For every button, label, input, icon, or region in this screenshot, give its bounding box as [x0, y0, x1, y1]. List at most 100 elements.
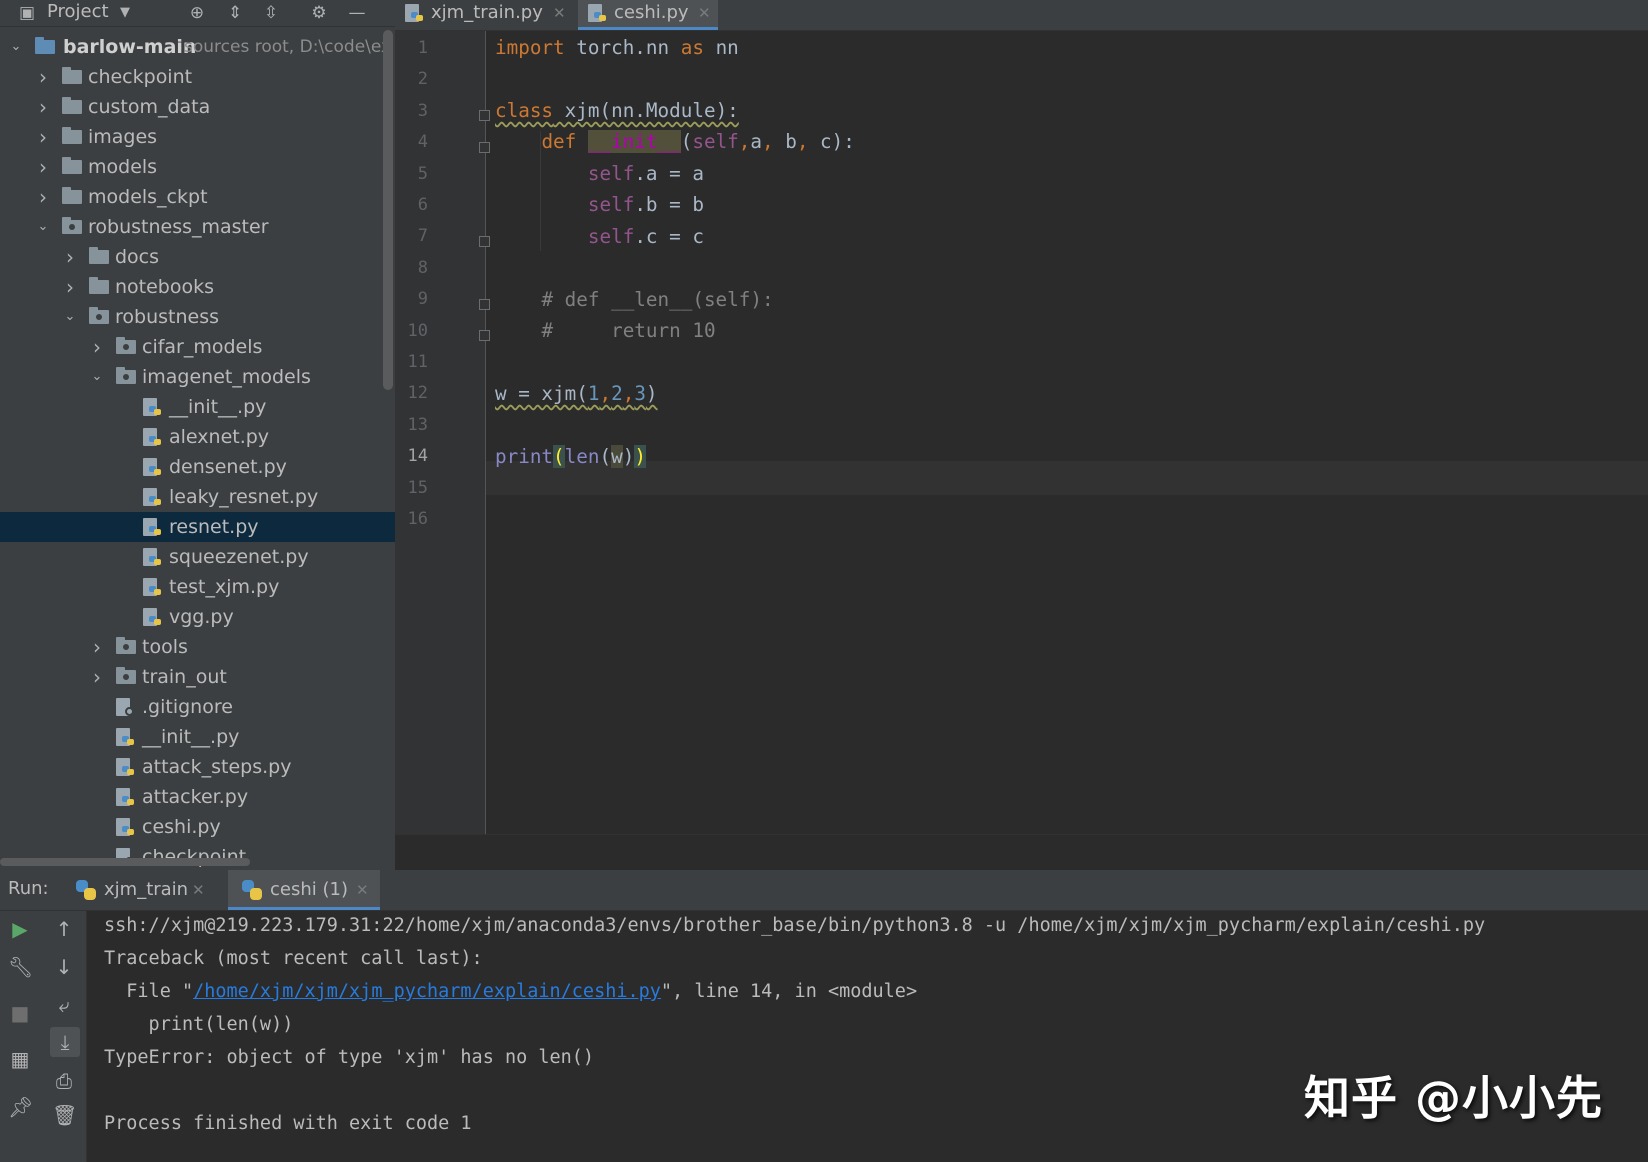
- tree-item[interactable]: › cifar_models: [0, 332, 395, 362]
- code-line-14: print(len(w)): [495, 445, 646, 468]
- chevron-right-icon[interactable]: ›: [90, 632, 104, 662]
- tree-item[interactable]: vgg.py: [0, 602, 395, 632]
- chevron-down-icon[interactable]: ▼: [116, 4, 134, 22]
- stop-icon[interactable]: ■: [8, 1001, 32, 1025]
- trash-icon[interactable]: 🗑︎: [52, 1103, 77, 1127]
- tree-item[interactable]: ⌄ robustness: [0, 302, 395, 332]
- tree-item[interactable]: ⌄ robustness_master: [0, 212, 395, 242]
- console-command: ssh://xjm@219.223.179.31:22/home/xjm/ana…: [104, 915, 1486, 936]
- pin-icon[interactable]: 📌︎: [8, 1095, 33, 1119]
- project-horizontal-scrollbar[interactable]: [0, 858, 250, 866]
- run-tab-ceshi[interactable]: ceshi (1) ✕: [228, 870, 380, 910]
- locate-icon[interactable]: ⊕: [188, 4, 206, 22]
- run-label: Run:: [8, 878, 49, 899]
- console-file-link[interactable]: /home/xjm/xjm/xjm_pycharm/explain/ceshi.…: [193, 981, 661, 1002]
- close-icon[interactable]: ✕: [553, 0, 566, 26]
- chevron-right-icon[interactable]: ›: [36, 92, 50, 122]
- code-line-3: class xjm(nn.Module):: [495, 99, 739, 122]
- line-number: 3: [417, 100, 428, 121]
- tree-item[interactable]: attack_steps.py: [0, 752, 395, 782]
- fold-marker-icon[interactable]: [479, 110, 490, 121]
- tree-item-label: leaky_resnet.py: [169, 486, 319, 508]
- fold-marker-icon[interactable]: [479, 299, 490, 310]
- tab-xjm-train[interactable]: xjm_train.py ✕: [395, 0, 570, 30]
- soft-wrap-icon[interactable]: ⤶: [52, 993, 76, 1017]
- layout-icon[interactable]: ▦: [8, 1047, 32, 1071]
- fold-marker-icon[interactable]: [479, 142, 490, 153]
- chevron-right-icon[interactable]: ›: [36, 182, 50, 212]
- collapse-all-icon[interactable]: ⇳: [262, 4, 280, 22]
- tree-item[interactable]: .gitignore: [0, 692, 395, 722]
- wrench-icon[interactable]: 🔧︎: [8, 955, 33, 979]
- python-file-icon: [116, 818, 134, 837]
- tree-item[interactable]: › docs: [0, 242, 395, 272]
- close-icon[interactable]: ✕: [356, 870, 369, 910]
- tree-item[interactable]: › checkpoint: [0, 62, 395, 92]
- tree-item[interactable]: › custom_data: [0, 92, 395, 122]
- tree-item[interactable]: alexnet.py: [0, 422, 395, 452]
- chevron-right-icon[interactable]: ›: [36, 122, 50, 152]
- tree-item[interactable]: leaky_resnet.py: [0, 482, 395, 512]
- run-tab-xjm-train[interactable]: xjm_train ✕: [68, 870, 210, 910]
- chevron-down-icon[interactable]: ⌄: [63, 302, 77, 332]
- chevron-down-icon[interactable]: ⌄: [9, 32, 23, 62]
- scroll-to-end-icon[interactable]: ⤓: [50, 1027, 80, 1057]
- python-file-icon: [143, 578, 161, 597]
- tree-item[interactable]: __init__.py: [0, 722, 395, 752]
- chevron-right-icon[interactable]: ›: [63, 242, 77, 272]
- tree-item[interactable]: densenet.py: [0, 452, 395, 482]
- close-icon[interactable]: ✕: [192, 870, 205, 910]
- rerun-icon[interactable]: ▶: [8, 917, 32, 941]
- tree-item[interactable]: › notebooks: [0, 272, 395, 302]
- project-icon: ▣: [18, 3, 36, 23]
- line-number: 12: [407, 383, 428, 404]
- chevron-right-icon[interactable]: ›: [36, 62, 50, 92]
- project-panel-title[interactable]: Project: [47, 1, 109, 22]
- tree-item-label: models: [88, 156, 158, 178]
- expand-all-icon[interactable]: ⇕: [226, 4, 244, 22]
- fold-marker-icon[interactable]: [479, 330, 490, 341]
- arrow-up-icon[interactable]: ↑: [52, 917, 76, 941]
- tree-item[interactable]: › tools: [0, 632, 395, 662]
- tree-item[interactable]: squeezenet.py: [0, 542, 395, 572]
- chevron-right-icon[interactable]: ›: [90, 332, 104, 362]
- code-editor[interactable]: 1 2 3 4 5 6 7 8 9 10 11 12 13 14 15 16 import torch.nn …: [395, 31, 1648, 834]
- tree-item[interactable]: › images: [0, 122, 395, 152]
- hide-icon[interactable]: —: [348, 4, 366, 22]
- chevron-right-icon[interactable]: ›: [90, 662, 104, 692]
- console-file-prefix: File ": [104, 981, 194, 1002]
- tree-item[interactable]: __init__.py: [0, 392, 395, 422]
- chevron-down-icon[interactable]: ⌄: [90, 362, 104, 392]
- gear-icon[interactable]: ⚙: [310, 4, 328, 22]
- fold-marker-icon[interactable]: [479, 236, 490, 247]
- tree-item[interactable]: resnet.py: [0, 512, 395, 542]
- tree-item[interactable]: attacker.py: [0, 782, 395, 812]
- line-number: 8: [417, 257, 428, 278]
- folder-icon: [62, 187, 82, 204]
- arrow-down-icon[interactable]: ↓: [52, 955, 76, 979]
- tree-item-label: resnet.py: [169, 516, 259, 538]
- tree-root-barlow-main[interactable]: ⌄ barlow-main sources root, D:\code\ex: [0, 32, 395, 62]
- chevron-right-icon[interactable]: ›: [36, 152, 50, 182]
- tree-item[interactable]: ⌄ imagenet_models: [0, 362, 395, 392]
- tree-item[interactable]: test_xjm.py: [0, 572, 395, 602]
- tree-item-label: densenet.py: [169, 456, 287, 478]
- folder-icon: [89, 247, 109, 264]
- chevron-right-icon[interactable]: ›: [63, 272, 77, 302]
- line-number: 7: [417, 226, 428, 247]
- tree-item[interactable]: ceshi.py: [0, 812, 395, 842]
- tree-item[interactable]: › train_out: [0, 662, 395, 692]
- chevron-down-icon[interactable]: ⌄: [36, 212, 50, 242]
- python-icon: [242, 880, 262, 900]
- tab-ceshi[interactable]: ceshi.py ✕: [578, 0, 718, 30]
- tree-item[interactable]: › models_ckpt: [0, 182, 395, 212]
- print-icon[interactable]: ⎙: [52, 1069, 76, 1093]
- line-number: 1: [417, 38, 428, 58]
- watermark: 知乎 @小小先: [1303, 1071, 1603, 1125]
- close-icon[interactable]: ✕: [698, 0, 711, 26]
- run-panel-header: Run: xjm_train ✕ ceshi (1) ✕: [0, 870, 1648, 911]
- tree-item[interactable]: › models: [0, 152, 395, 182]
- project-vertical-scrollbar[interactable]: [383, 30, 393, 390]
- tree-item-label: checkpoint: [88, 66, 193, 88]
- editor-status-strip: [395, 834, 1648, 871]
